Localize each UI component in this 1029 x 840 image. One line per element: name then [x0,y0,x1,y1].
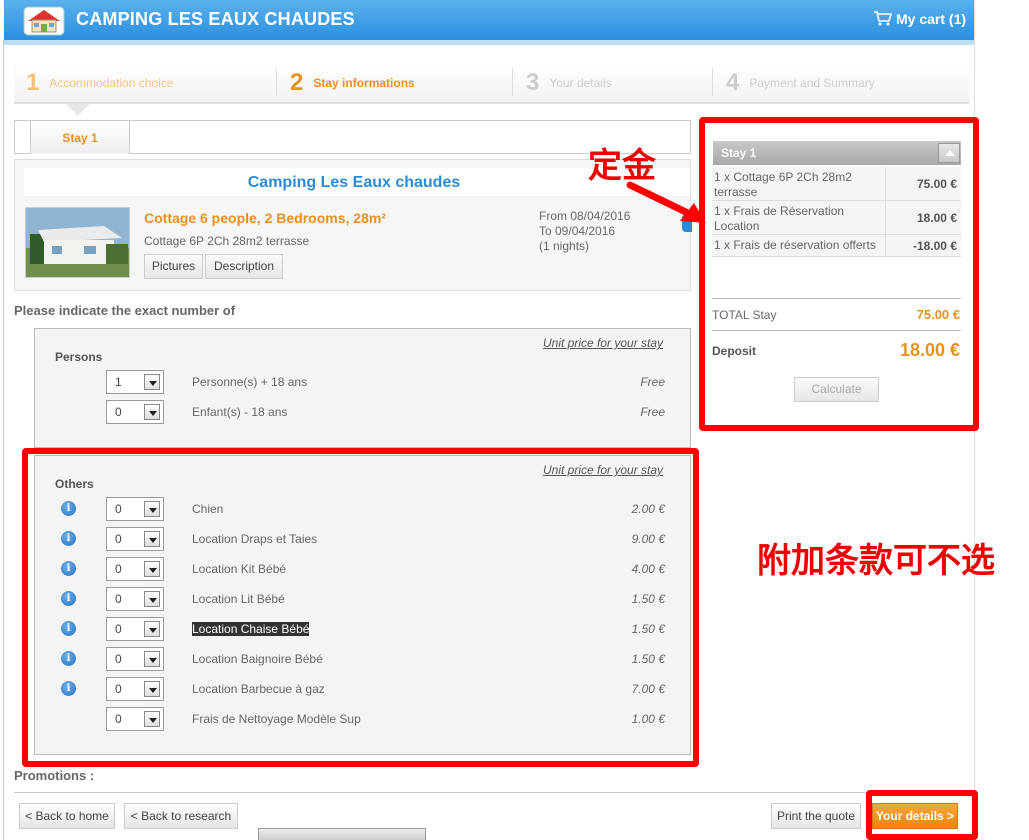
step-label: Your details [549,76,612,90]
annotation-arrow-icon [626,181,706,223]
step-number: 2 [290,69,304,96]
summary-highlight-box [699,117,979,431]
children-label: Enfant(s) - 18 ans [192,405,288,419]
children-price: Free [640,405,665,419]
accommodation-photo[interactable] [25,207,130,278]
cart-label: My cart (1) [896,11,967,27]
back-to-research-button[interactable]: < Back to research [124,803,238,829]
step-divider [276,68,277,96]
description-button[interactable]: Description [205,254,283,279]
camping-name: Camping Les Eaux chaudes [247,174,461,191]
step-accommodation-choice[interactable]: 1 Accommodation choice [26,69,174,96]
camping-logo-icon[interactable] [22,5,66,37]
page-left-border [3,40,4,840]
pictures-button[interactable]: Pictures [144,254,203,279]
active-step-pointer [66,104,90,116]
back-to-home-button[interactable]: < Back to home [19,803,115,829]
select-value: 0 [115,405,122,419]
accommodation-subtitle: Cottage 6P 2Ch 28m2 terrasse [144,234,310,248]
chevron-down-icon[interactable] [144,374,160,390]
adults-quantity-select[interactable]: 1 [106,370,164,394]
step-label: Payment and Summary [749,76,875,90]
others-highlight-box [22,448,699,767]
chevron-down-icon[interactable] [144,404,160,420]
cart-icon [874,11,892,26]
step-number: 3 [526,69,540,96]
nights-count: (1 nights) [539,239,590,253]
step-number: 1 [26,69,40,96]
step-divider [512,68,513,96]
unit-price-label: Unit price for your stay [543,336,664,350]
step-label: Stay informations [313,76,415,90]
step-label: Accommodation choice [49,76,174,90]
footer-divider [14,792,974,793]
promotions-label: Promotions : [14,768,95,783]
persons-title: Persons [55,350,103,364]
adults-label: Personne(s) + 18 ans [192,375,308,389]
ime-toolbar[interactable] [258,828,426,840]
indicate-heading: Please indicate the exact number of [14,303,236,318]
next-button-highlight-box [866,790,978,840]
step-divider [712,68,713,96]
step-payment-summary: 4 Payment and Summary [726,69,875,96]
select-value: 1 [115,375,122,389]
children-quantity-select[interactable]: 0 [106,400,164,424]
site-title[interactable]: CAMPING LES EAUX CHAUDES [76,9,355,30]
adults-price: Free [640,375,665,389]
cart-link[interactable]: My cart (1) [874,11,966,27]
booking-steps: 1 Accommodation choice 2 Stay informatio… [14,62,969,104]
step-stay-informations: 2 Stay informations [290,69,415,96]
step-number: 4 [726,69,740,96]
tab-stay-1[interactable]: Stay 1 [30,121,130,154]
print-quote-button[interactable]: Print the quote [771,803,861,829]
step-your-details: 3 Your details [526,69,612,96]
extras-annotation: 附加条款可不选 [757,541,995,581]
header-underline [4,40,974,45]
accommodation-title[interactable]: Cottage 6 people, 2 Bedrooms, 28m² [144,210,386,226]
